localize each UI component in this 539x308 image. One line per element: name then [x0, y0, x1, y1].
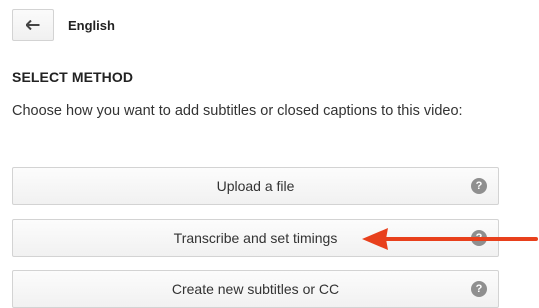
arrow-left-icon	[26, 20, 40, 30]
question-mark-icon[interactable]: ?	[471, 178, 487, 194]
language-title: English	[68, 17, 115, 33]
method-description: Choose how you want to add subtitles or …	[12, 103, 463, 119]
question-mark-icon[interactable]: ?	[471, 230, 487, 246]
upload-file-button[interactable]: Upload a file ?	[12, 167, 499, 205]
create-new-subtitles-label: Create new subtitles or CC	[171, 281, 340, 297]
question-mark-icon[interactable]: ?	[471, 281, 487, 297]
back-button[interactable]	[12, 9, 54, 41]
section-heading: SELECT METHOD	[12, 69, 134, 85]
create-new-subtitles-button[interactable]: Create new subtitles or CC ?	[12, 270, 499, 308]
transcribe-set-timings-label: Transcribe and set timings	[173, 230, 338, 246]
transcribe-set-timings-button[interactable]: Transcribe and set timings ?	[12, 219, 499, 257]
upload-file-label: Upload a file	[216, 178, 295, 194]
editor-header: English	[12, 8, 115, 42]
